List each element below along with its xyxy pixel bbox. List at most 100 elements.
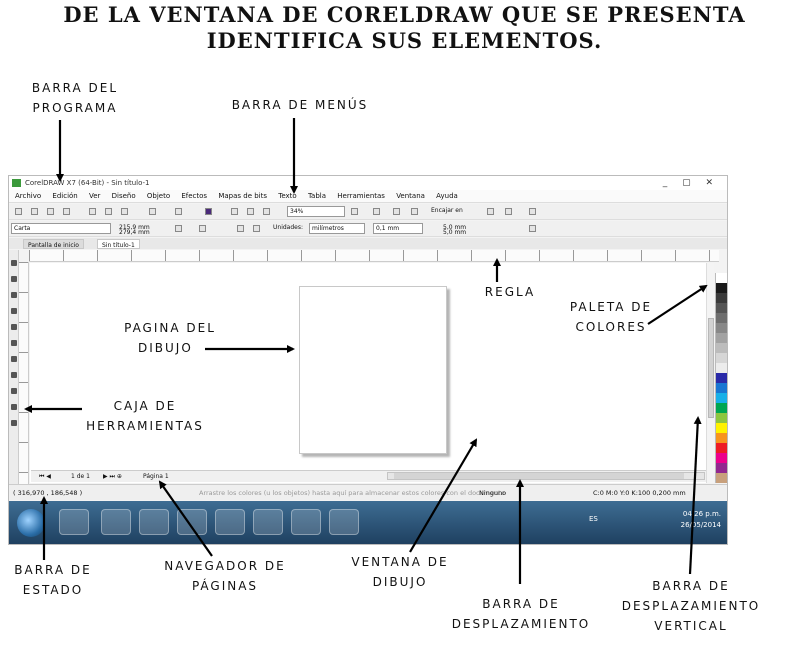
import-icon[interactable] [231,208,238,215]
menu-efectos[interactable]: Efectos [181,192,207,200]
word-icon[interactable] [253,509,283,535]
pick-tool-icon[interactable] [11,260,17,266]
palette-swatch[interactable] [716,373,727,383]
first-page-button[interactable]: ⏮ ◀ [39,471,51,483]
application-launcher-icon[interactable] [505,208,512,215]
media-player-icon[interactable] [59,509,89,535]
menu-objeto[interactable]: Objeto [147,192,170,200]
snap-to-dropdown[interactable]: Encajar en [429,206,477,217]
nudge-distance-field[interactable]: 0,1 mm [373,223,423,234]
palette-swatch[interactable] [716,303,727,313]
ellipse-tool-icon[interactable] [11,372,17,378]
portrait-icon[interactable] [175,225,182,232]
palette-swatch[interactable] [716,473,727,483]
tab-sin-titulo[interactable]: Sin título-1 [97,239,140,249]
page-tab[interactable]: Página 1 [143,471,169,483]
redo-icon[interactable] [175,208,182,215]
horizontal-scroll-thumb[interactable] [394,473,684,479]
menu-tabla[interactable]: Tabla [308,192,326,200]
zoom-select[interactable]: 34% [287,206,345,217]
photo-viewer-icon[interactable] [329,509,359,535]
menu-mapas-de-bits[interactable]: Mapas de bits [218,192,267,200]
coreldraw-task-icon[interactable] [291,509,321,535]
tab-pantalla-de-inicio[interactable]: Pantalla de inicio [23,239,84,249]
palette-swatch[interactable] [716,273,727,283]
window-controls[interactable]: _ ▢ ✕ [663,176,719,190]
page-height-field[interactable]: 279,4 mm [117,229,167,237]
open-icon[interactable] [31,208,38,215]
palette-swatch[interactable] [716,293,727,303]
paste-icon[interactable] [121,208,128,215]
export-icon[interactable] [247,208,254,215]
current-page-icon[interactable] [253,225,260,232]
vertical-scroll-thumb[interactable] [708,318,714,418]
menu-edicion[interactable]: Edición [52,192,77,200]
freehand-tool-icon[interactable] [11,324,17,330]
grid-icon[interactable] [393,208,400,215]
print-icon[interactable] [63,208,70,215]
palette-swatch[interactable] [716,413,727,423]
palette-swatch[interactable] [716,383,727,393]
duplicate-distance-y[interactable]: 5,0 mm [441,229,481,237]
welcome-icon[interactable] [529,208,536,215]
rulers-icon[interactable] [373,208,380,215]
save-icon[interactable] [47,208,54,215]
drawing-page[interactable] [299,286,447,454]
full-screen-icon[interactable] [351,208,358,215]
landscape-icon[interactable] [199,225,206,232]
menu-ventana[interactable]: Ventana [396,192,425,200]
next-page-button[interactable]: ▶ ⏭ ⊕ [103,471,122,483]
menu-ayuda[interactable]: Ayuda [436,192,458,200]
menu-ver[interactable]: Ver [89,192,100,200]
copy-icon[interactable] [105,208,112,215]
palette-swatch[interactable] [716,433,727,443]
language-indicator[interactable]: ES [589,515,598,523]
artistic-media-tool-icon[interactable] [11,340,17,346]
text-tool-icon[interactable] [11,404,17,410]
palette-swatch[interactable] [716,403,727,413]
palette-swatch[interactable] [716,283,727,293]
menu-diseno[interactable]: Diseño [112,192,136,200]
palette-swatch[interactable] [716,323,727,333]
palette-swatch[interactable] [716,393,727,403]
palette-swatch[interactable] [716,423,727,433]
polygon-tool-icon[interactable] [11,388,17,394]
zoom-tool-icon[interactable] [11,308,17,314]
shape-tool-icon[interactable] [11,276,17,282]
folder-icon[interactable] [177,509,207,535]
taskbar-clock[interactable]: 04:26 p.m. 26/05/2014 [681,509,721,531]
crop-tool-icon[interactable] [11,292,17,298]
palette-swatch[interactable] [716,363,727,373]
menu-archivo[interactable]: Archivo [15,192,41,200]
menu-texto[interactable]: Texto [278,192,296,200]
palette-swatch[interactable] [716,333,727,343]
palette-swatch[interactable] [716,343,727,353]
cut-icon[interactable] [89,208,96,215]
color-palette[interactable] [715,273,727,483]
vertical-ruler[interactable] [19,262,29,484]
horizontal-scrollbar[interactable] [387,472,705,480]
undo-icon[interactable] [149,208,156,215]
menu-herramientas[interactable]: Herramientas [337,192,385,200]
guidelines-icon[interactable] [411,208,418,215]
palette-swatch[interactable] [716,443,727,453]
publish-pdf-icon[interactable] [263,208,270,215]
new-icon[interactable] [15,208,22,215]
palette-swatch[interactable] [716,463,727,473]
palette-swatch[interactable] [716,453,727,463]
options-icon[interactable] [487,208,494,215]
rectangle-tool-icon[interactable] [11,356,17,362]
internet-explorer-icon[interactable] [101,509,131,535]
treat-as-filled-icon[interactable] [529,225,536,232]
palette-swatch[interactable] [716,353,727,363]
paint-icon[interactable] [215,509,245,535]
corel-app-icon[interactable] [139,509,169,535]
search-content-icon[interactable] [205,208,212,215]
palette-swatch[interactable] [716,313,727,323]
fill-tool-icon[interactable] [11,420,17,426]
vertical-scrollbar[interactable] [706,263,714,483]
units-select[interactable]: milímetros [309,223,365,234]
page-size-select[interactable]: Carta [11,223,111,234]
horizontal-ruler[interactable] [29,250,719,262]
start-button-icon[interactable] [17,509,45,537]
